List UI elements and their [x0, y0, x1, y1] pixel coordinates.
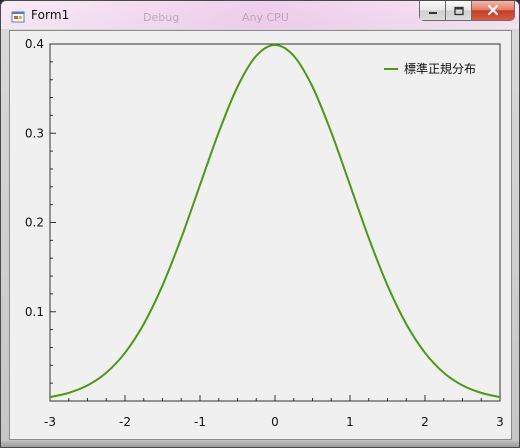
- close-icon: [486, 1, 500, 20]
- plot-area-frame: [49, 43, 501, 402]
- window-bottom-frame: [1, 441, 519, 447]
- windows-form-icon: [11, 9, 25, 23]
- legend-label: 標準正規分布: [404, 61, 476, 76]
- window-title: Form1: [31, 8, 70, 22]
- x-tick-label: -1: [194, 415, 206, 429]
- x-tick-label: -3: [44, 415, 56, 429]
- x-tick-label: 0: [271, 415, 279, 429]
- x-tick-label: 1: [346, 415, 354, 429]
- x-tick-label: 2: [421, 415, 429, 429]
- window-controls: [419, 1, 515, 21]
- x-tick-label: -2: [119, 415, 131, 429]
- title-bar[interactable]: Debug Any CPU Form1: [1, 1, 519, 29]
- maximize-icon: [453, 1, 465, 20]
- y-tick-label: 0.2: [25, 216, 44, 230]
- form-client-area: -3 -2 -1 0 1 2 3 0.1 0.2 0.3 0.4 標準正規分布: [9, 30, 512, 440]
- y-tick-label: 0.3: [25, 126, 44, 140]
- minimize-button[interactable]: [419, 1, 445, 21]
- minimize-icon: [427, 1, 439, 20]
- y-tick-label: 0.4: [25, 37, 44, 51]
- normal-distribution-chart: -3 -2 -1 0 1 2 3 0.1 0.2 0.3 0.4 標準正規分布: [25, 37, 504, 429]
- application-window: Debug Any CPU Form1 -3 -2 -1 0 1 2 3 0.1…: [0, 0, 520, 448]
- x-tick-label: 3: [496, 415, 504, 429]
- y-tick-label: 0.1: [25, 305, 44, 319]
- maximize-button[interactable]: [445, 1, 471, 21]
- background-menu-item: Any CPU: [242, 11, 289, 24]
- background-menu-item: Debug: [143, 11, 180, 24]
- close-button[interactable]: [471, 1, 515, 21]
